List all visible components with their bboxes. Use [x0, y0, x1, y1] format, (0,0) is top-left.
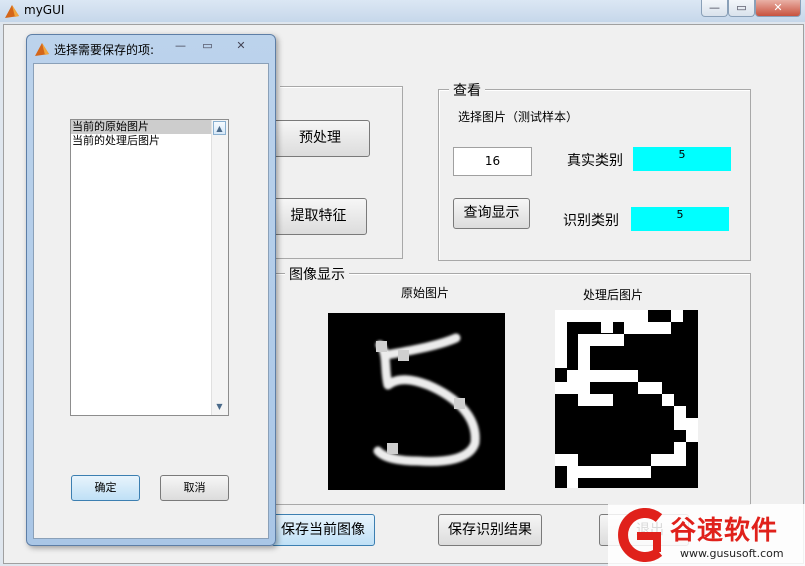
cancel-button[interactable]: 取消	[160, 475, 229, 501]
dialog-title: 选择需要保存的项:	[54, 43, 155, 57]
dialog-maximize-button[interactable]: ▭	[195, 38, 220, 54]
watermark-url: www.gususoft.com	[680, 547, 784, 560]
maximize-button[interactable]: ▭	[728, 0, 755, 17]
matlab-icon	[5, 5, 19, 18]
close-button[interactable]: ✕	[755, 0, 801, 17]
save-result-button[interactable]: 保存识别结果	[438, 514, 542, 546]
query-display-button[interactable]: 查询显示	[453, 198, 530, 229]
view-panel-title: 查看	[449, 80, 485, 100]
preprocess-button[interactable]: 预处理	[270, 120, 370, 157]
select-image-label: 选择图片（测试样本）	[458, 110, 579, 124]
scroll-up-icon[interactable]: ▲	[213, 121, 226, 135]
true-class-value: 5	[633, 147, 731, 171]
watermark-brand: 谷速软件	[670, 516, 779, 546]
sample-index-input[interactable]: 16	[453, 147, 532, 176]
listbox-scrollbar[interactable]: ▲ ▼	[211, 120, 228, 415]
original-image	[328, 313, 505, 490]
image-panel-title: 图像显示	[285, 264, 349, 284]
original-image-label: 原始图片	[401, 286, 450, 300]
processed-image-label: 处理后图片	[583, 288, 644, 302]
watermark: 谷速软件 www.gususoft.com	[608, 504, 805, 566]
true-class-label: 真实类别	[567, 153, 623, 169]
window-title: myGUI	[24, 3, 65, 17]
save-options-listbox[interactable]: 当前的原始图片 当前的处理后图片 ▲ ▼	[70, 119, 229, 416]
save-options-dialog: 选择需要保存的项: — ▭ ✕ 当前的原始图片 当前的处理后图片 ▲ ▼ 确定 …	[26, 34, 276, 546]
matlab-icon	[35, 43, 49, 56]
extract-features-button[interactable]: 提取特征	[270, 198, 367, 235]
recognized-class-label: 识别类别	[563, 213, 619, 229]
scroll-down-icon[interactable]: ▼	[213, 400, 226, 414]
dialog-minimize-button[interactable]: —	[168, 38, 193, 54]
minimize-button[interactable]: —	[701, 0, 728, 17]
list-item[interactable]: 当前的处理后图片	[71, 134, 211, 148]
brand-logo-icon	[618, 508, 663, 562]
main-titlebar: myGUI — ▭ ✕	[0, 0, 805, 22]
dialog-client-area: 当前的原始图片 当前的处理后图片 ▲ ▼ 确定 取消	[33, 63, 269, 539]
save-current-image-button[interactable]: 保存当前图像	[271, 514, 375, 546]
recognized-class-value: 5	[631, 207, 729, 231]
processed-image	[555, 310, 698, 488]
list-item[interactable]: 当前的原始图片	[71, 120, 211, 134]
ok-button[interactable]: 确定	[71, 475, 140, 501]
dialog-close-button[interactable]: ✕	[222, 38, 260, 54]
